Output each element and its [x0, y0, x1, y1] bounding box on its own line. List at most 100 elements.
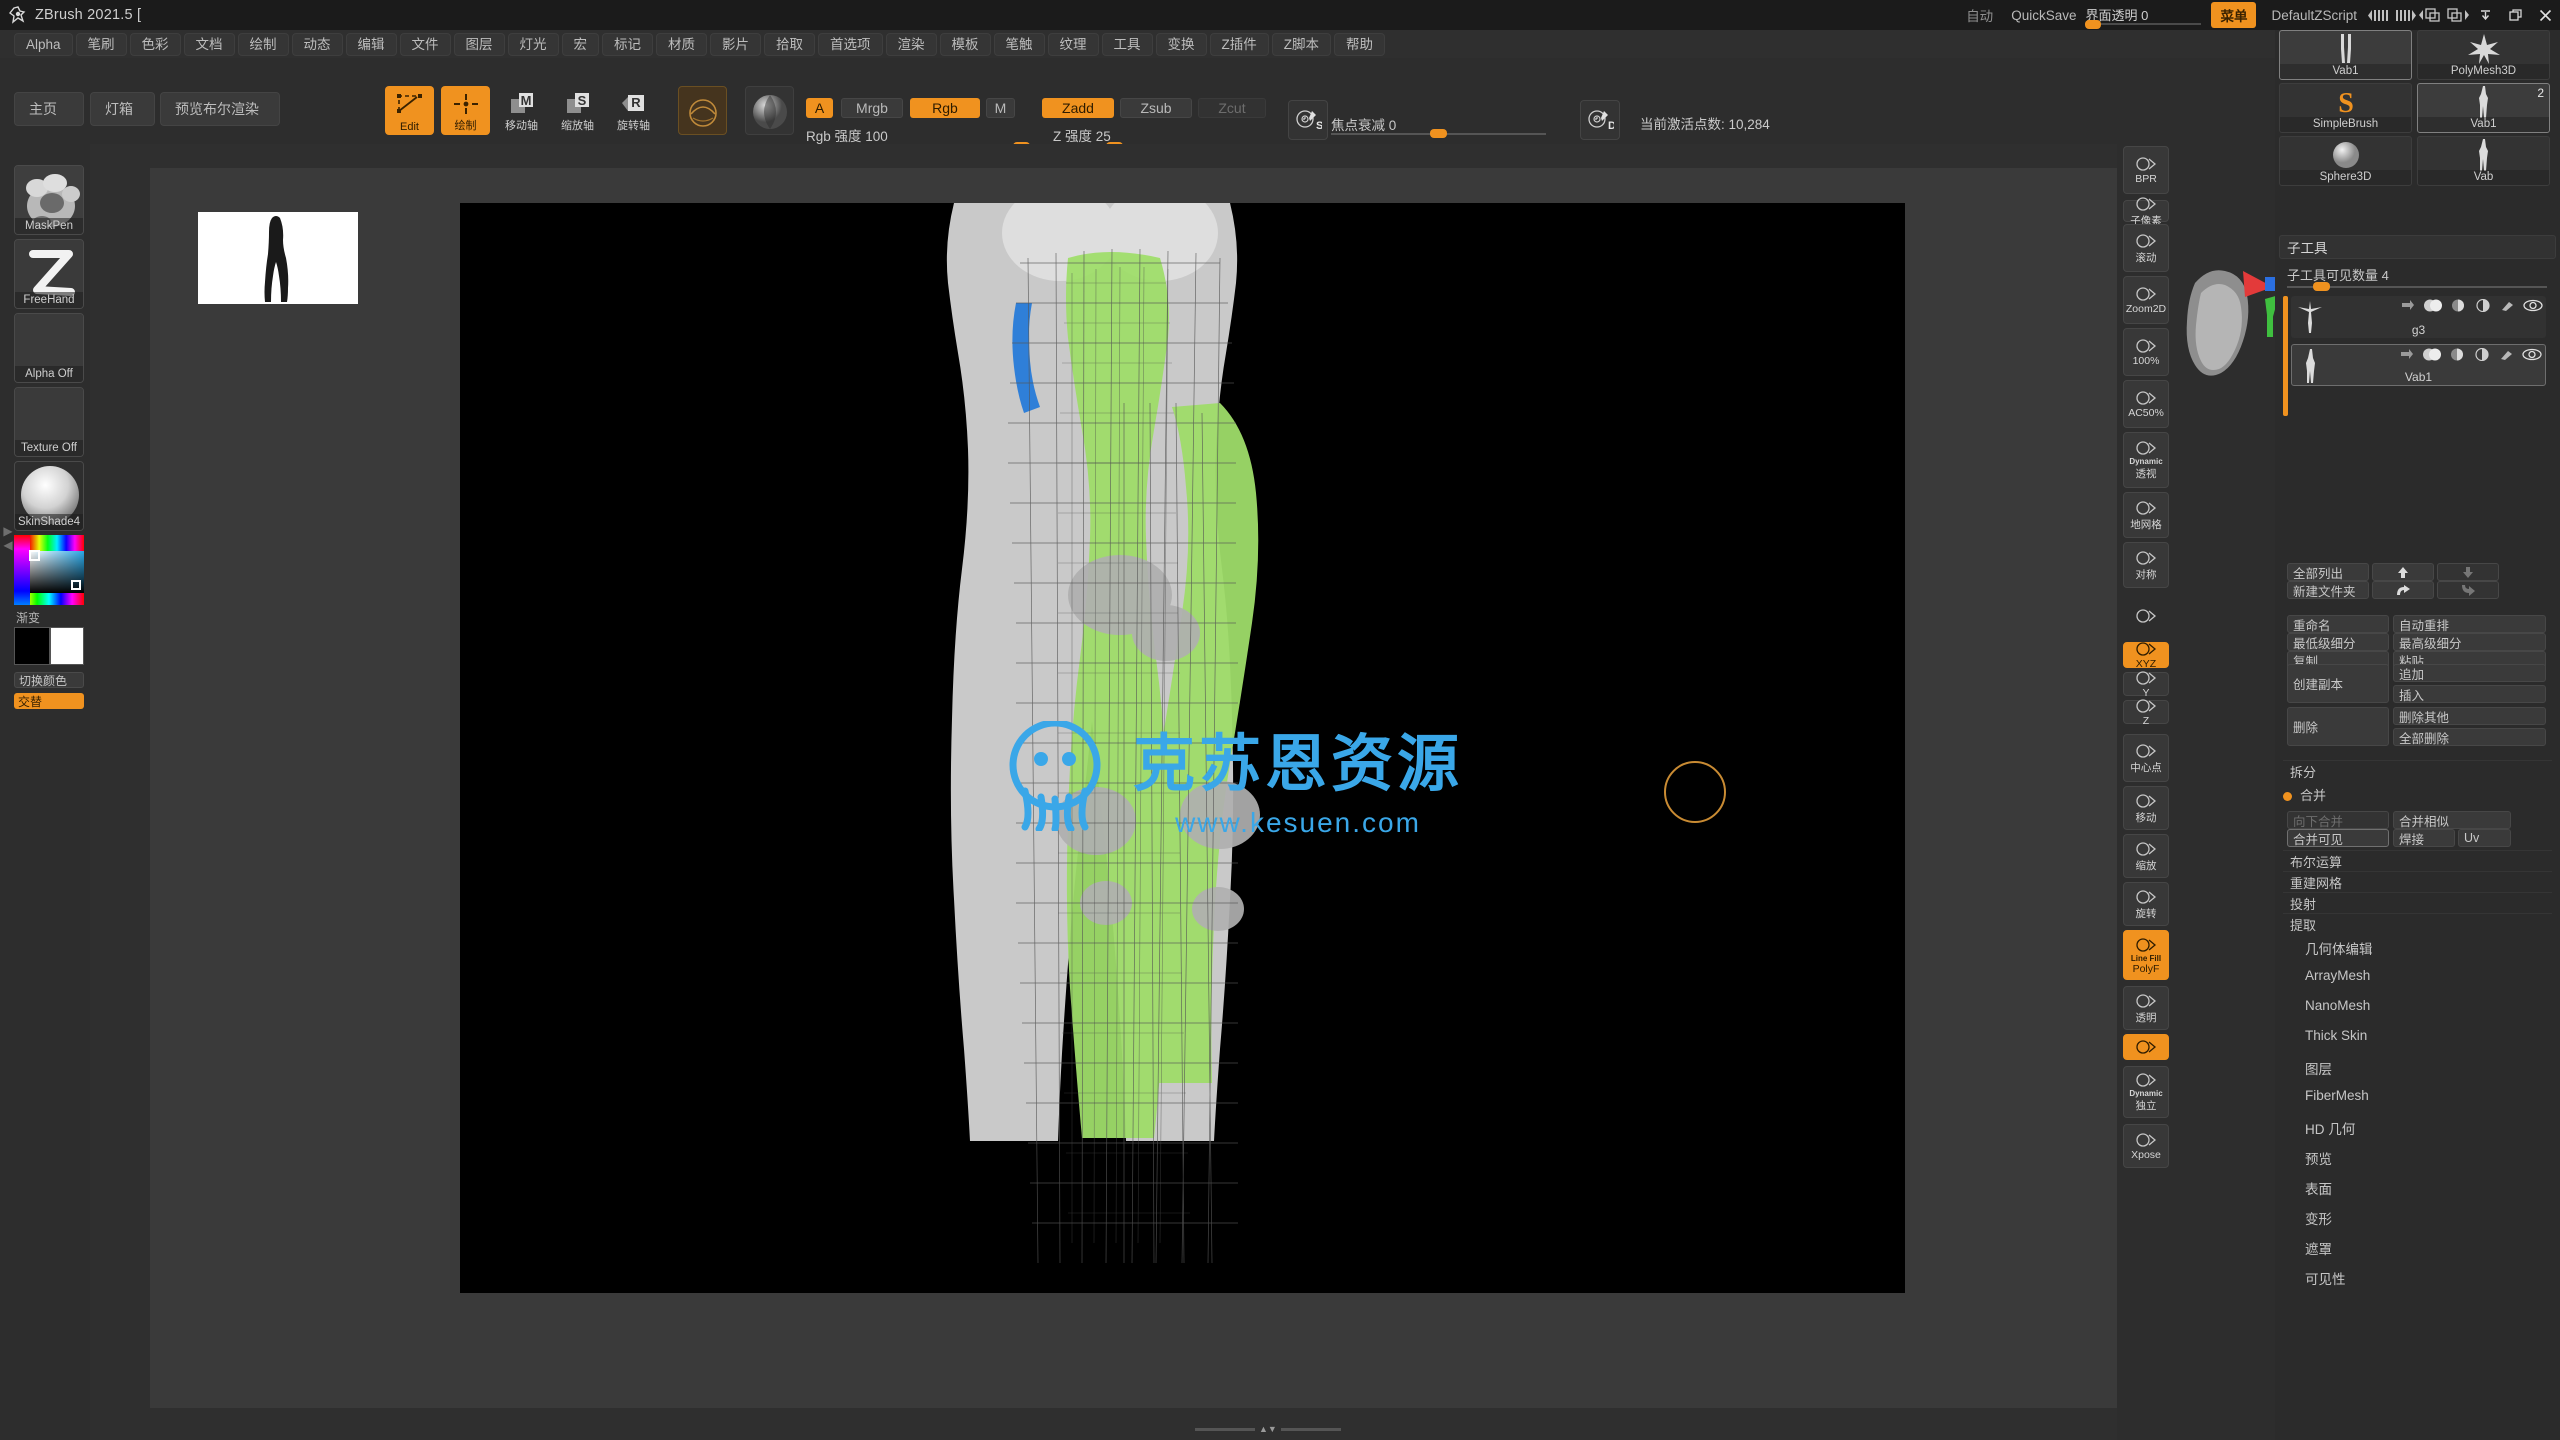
focal-shift-knob[interactable]: [1430, 129, 1447, 138]
right-shelf-rotate-y-icon[interactable]: Y: [2123, 672, 2169, 696]
right-shelf-solo-mode-icon[interactable]: Dynamic独立: [2123, 1066, 2169, 1118]
lightbox-button[interactable]: 灯箱: [90, 92, 155, 126]
dual-sphere-icon[interactable]: [2423, 298, 2443, 312]
move-gizmo-button[interactable]: M 移动轴: [497, 86, 546, 135]
menu-item-13[interactable]: 影片: [710, 33, 761, 56]
list-all-button[interactable]: 全部列出: [2287, 563, 2369, 581]
project-section[interactable]: 投射: [2283, 892, 2552, 913]
brush-dynamic-d-button[interactable]: D: [1580, 100, 1620, 140]
menu-item-10[interactable]: 宏: [562, 33, 600, 56]
half-sphere-icon[interactable]: [2448, 298, 2468, 312]
remesh-section[interactable]: 重建网格: [2283, 871, 2552, 892]
boolean-section[interactable]: 布尔运算: [2283, 850, 2552, 871]
collapsed-section-5[interactable]: FiberMesh: [2305, 1088, 2369, 1103]
scale-gizmo-button[interactable]: S 缩放轴: [553, 86, 602, 135]
material-slot[interactable]: SkinShade4: [14, 461, 84, 531]
right-shelf-transp-lock-icon[interactable]: [2123, 594, 2169, 638]
delete-all-button[interactable]: 全部删除: [2393, 728, 2546, 746]
transparency-knob[interactable]: [2085, 20, 2101, 29]
alternate-button[interactable]: 交替: [14, 693, 84, 709]
contrast-circle-icon[interactable]: [2472, 347, 2492, 361]
channel-a-button[interactable]: A: [806, 98, 833, 118]
tool-cell-simplebrush-s-thumb[interactable]: SSimpleBrush: [2279, 83, 2412, 133]
interface-transparency-slider[interactable]: 界面透明 0: [2085, 0, 2205, 30]
primary-color-swatch[interactable]: [14, 627, 50, 665]
eye-visibility-icon[interactable]: [2523, 298, 2543, 312]
preview-boolean-render-button[interactable]: 预览布尔渲染: [160, 92, 280, 126]
menu-item-0[interactable]: Alpha: [14, 33, 73, 56]
menu-item-6[interactable]: 编辑: [346, 33, 397, 56]
collapsed-section-1[interactable]: ArrayMesh: [2305, 968, 2370, 983]
channel-zadd-button[interactable]: Zadd: [1042, 98, 1114, 118]
menu-item-14[interactable]: 拾取: [764, 33, 815, 56]
menu-item-9[interactable]: 灯光: [508, 33, 559, 56]
channel-m-button[interactable]: M: [986, 98, 1015, 118]
menu-item-19[interactable]: 纹理: [1048, 33, 1099, 56]
brush-size-s-button[interactable]: S: [1288, 100, 1328, 140]
menu-toggle-button[interactable]: 菜单: [2211, 2, 2256, 28]
move-up-icon[interactable]: [2397, 347, 2417, 361]
channel-rgb-button[interactable]: Rgb: [910, 98, 980, 118]
subtool-count-knob[interactable]: [2313, 282, 2330, 291]
collapsed-section-4[interactable]: 图层: [2305, 1058, 2332, 1078]
half-sphere-icon[interactable]: [2447, 347, 2467, 361]
menu-item-16[interactable]: 渲染: [886, 33, 937, 56]
right-shelf-xpose-icon[interactable]: Xpose: [2123, 1124, 2169, 1168]
folder-out-button[interactable]: [2372, 581, 2434, 599]
collapsed-section-3[interactable]: Thick Skin: [2305, 1028, 2367, 1043]
right-shelf-move-hand-icon[interactable]: 移动: [2123, 786, 2169, 830]
right-shelf-scroll-hand-icon[interactable]: 滚动: [2123, 224, 2169, 272]
right-shelf-half-size-icon[interactable]: AC50%: [2123, 380, 2169, 428]
duplicate-button[interactable]: 创建副本: [2287, 664, 2389, 703]
right-shelf-bpr-render-icon[interactable]: BPR: [2123, 146, 2169, 194]
close-icon[interactable]: [2530, 0, 2560, 30]
collapsed-section-9[interactable]: 变形: [2305, 1208, 2332, 1228]
subtool-item-Vab1[interactable]: Vab1: [2291, 344, 2546, 386]
draw-mode-button[interactable]: 绘制: [441, 86, 490, 135]
color-picker[interactable]: [14, 535, 84, 605]
document-canvas[interactable]: 克苏恩资源 www.kesuen.com: [150, 168, 2175, 1408]
menu-item-21[interactable]: 变换: [1156, 33, 1207, 56]
channel-mrgb-button[interactable]: Mrgb: [841, 98, 903, 118]
menu-item-18[interactable]: 笔触: [994, 33, 1045, 56]
rotate-gizmo-button[interactable]: R 旋转轴: [609, 86, 658, 135]
channel-zcut-button[interactable]: Zcut: [1198, 98, 1266, 118]
menu-item-1[interactable]: 笔刷: [76, 33, 127, 56]
move-down-button[interactable]: [2437, 563, 2499, 581]
menu-item-5[interactable]: 动态: [292, 33, 343, 56]
split-section[interactable]: 拆分: [2283, 760, 2552, 782]
subtool-item-g3[interactable]: g3: [2291, 296, 2546, 338]
switch-color-button[interactable]: 切换颜色: [14, 672, 84, 688]
menu-item-4[interactable]: 绘制: [238, 33, 289, 56]
current-material-slot[interactable]: [745, 86, 794, 135]
edit-mode-button[interactable]: Edit: [385, 86, 434, 135]
folder-in-button[interactable]: [2437, 581, 2499, 599]
subtool-pair-button-1-0[interactable]: 最低级细分: [2287, 633, 2389, 651]
collapsed-section-7[interactable]: 预览: [2305, 1148, 2332, 1168]
menu-item-11[interactable]: 标记: [602, 33, 653, 56]
weld-button[interactable]: 焊接: [2393, 829, 2455, 847]
panel-collapse-arrow-icon[interactable]: ▶◀: [2, 524, 14, 552]
right-shelf-ghost-transparency-icon[interactable]: [2123, 1034, 2169, 1060]
stroke-slot[interactable]: FreeHand: [14, 239, 84, 309]
scroll-right-icon[interactable]: [2392, 2, 2418, 28]
menu-item-7[interactable]: 文件: [400, 33, 451, 56]
collapsed-section-2[interactable]: NanoMesh: [2305, 998, 2370, 1013]
tool-cell-sphere3d-thumb[interactable]: Sphere3D: [2279, 136, 2412, 186]
subtool-list-scrollbar[interactable]: [2283, 296, 2288, 416]
home-button[interactable]: 主页: [14, 92, 84, 126]
right-shelf-rotate-view-icon[interactable]: 旋转: [2123, 882, 2169, 926]
collapsed-section-0[interactable]: 几何体编辑: [2305, 938, 2373, 958]
right-shelf-symmetry-icon[interactable]: 对称: [2123, 542, 2169, 588]
right-shelf-scale-zoom-icon[interactable]: 缩放: [2123, 834, 2169, 878]
extract-section[interactable]: 提取: [2283, 913, 2552, 934]
insert-button[interactable]: 插入: [2393, 685, 2546, 703]
subtool-pair-button-0-1[interactable]: 自动重排: [2393, 615, 2546, 633]
right-shelf-subpixel-slider-icon[interactable]: 子像素: [2123, 200, 2169, 222]
menu-item-15[interactable]: 首选项: [818, 33, 883, 56]
menu-item-3[interactable]: 文档: [184, 33, 235, 56]
merge-visible-button[interactable]: 合并可见: [2287, 829, 2389, 847]
window-prev-icon[interactable]: [2418, 2, 2444, 28]
menu-item-24[interactable]: 帮助: [1334, 33, 1385, 56]
menu-item-22[interactable]: Z插件: [1210, 33, 1269, 56]
